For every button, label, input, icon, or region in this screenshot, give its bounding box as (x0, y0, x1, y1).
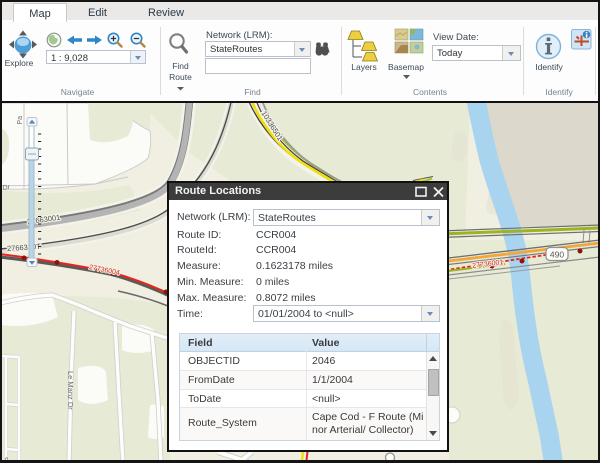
svg-text:Le Manz Dr: Le Manz Dr (66, 371, 75, 410)
svg-text:Pa: Pa (17, 116, 24, 125)
svg-text:490: 490 (550, 250, 564, 260)
